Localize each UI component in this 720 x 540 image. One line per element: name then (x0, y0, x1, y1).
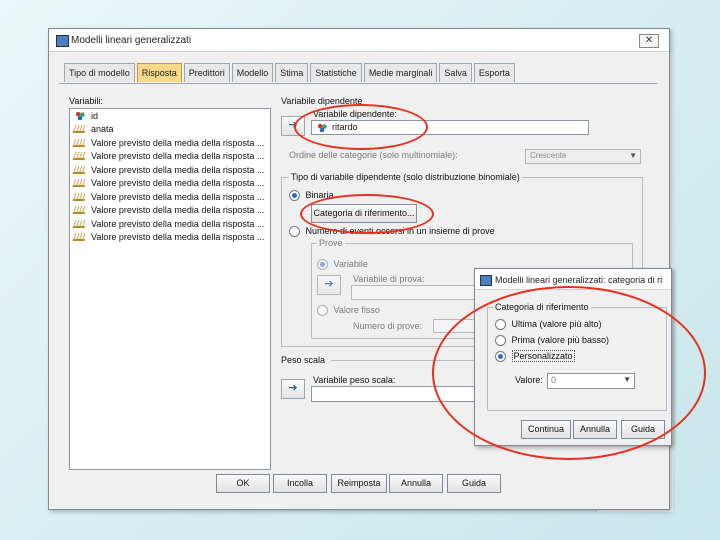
annotation-ellipse-dependent (294, 104, 428, 150)
variable-name: Valore previsto della media della rispos… (91, 151, 265, 162)
variable-name: Valore previsto della media della rispos… (91, 232, 265, 243)
trials-number-label: Numero di prove: (353, 321, 423, 331)
variable-list-item[interactable]: id (70, 109, 270, 123)
trials-variable-radio[interactable] (317, 259, 328, 271)
variables-label: Variabili: (69, 96, 103, 106)
variable-list-item[interactable]: Valore previsto della media della rispos… (70, 190, 270, 204)
main-title-bar: Modelli lineari generalizzati ✕ (49, 29, 669, 52)
variable-name: id (91, 110, 99, 121)
scale-icon (72, 179, 88, 188)
move-scale-weight-button[interactable]: ➔ (281, 379, 305, 399)
tab-salva[interactable]: Salva (439, 63, 472, 82)
category-order-value: Crescente (530, 151, 567, 160)
cancel-button[interactable]: Annulla (389, 474, 443, 493)
variable-list-item[interactable]: Valore previsto della media della rispos… (70, 204, 270, 218)
scale-weight-section-label: Peso scala (281, 355, 326, 365)
category-order-label: Ordine delle categorie (solo multinomial… (289, 150, 458, 160)
trials-group-label: Prove (317, 238, 345, 248)
variable-list-item[interactable]: Valore previsto della media della rispos… (70, 217, 270, 231)
annotation-ellipse-reference-button (300, 194, 434, 234)
events-radio[interactable] (289, 226, 300, 238)
scale-icon (72, 138, 88, 147)
variable-name: Valore previsto della media della rispos… (91, 191, 265, 202)
close-button[interactable]: ✕ (639, 34, 659, 48)
tab-statistiche[interactable]: Statistiche (310, 63, 362, 82)
tab-tipo-di-modello[interactable]: Tipo di modello (64, 63, 135, 82)
trials-fixed-radio[interactable] (317, 305, 328, 317)
trials-variable-label: Variabile di prova: (353, 274, 425, 284)
ok-button[interactable]: OK (216, 474, 270, 493)
variables-list[interactable]: id anata Valore previsto della media della… (69, 108, 271, 470)
move-trials-variable-button[interactable]: ➔ (317, 275, 341, 295)
variable-name: Valore previsto della media della rispos… (91, 205, 265, 216)
app-icon (56, 35, 69, 47)
variable-name: anata (91, 124, 114, 135)
scale-icon (72, 206, 88, 215)
tab-predittori[interactable]: Predittori (183, 63, 230, 82)
tab-bar: Tipo di modello Risposta Predittori Mode… (64, 63, 517, 83)
sub-dialog-title: Modelli lineari generalizzati: categoria… (495, 275, 663, 285)
tab-medie-marginali[interactable]: Medie marginali (363, 63, 438, 82)
dependent-type-group-label: Tipo di variabile dipendente (solo distr… (289, 172, 522, 182)
nominal-icon (74, 111, 86, 121)
arrow-right-icon: ➔ (324, 278, 334, 290)
tab-stima[interactable]: Stima (275, 63, 309, 82)
variable-name: Valore previsto della media della rispos… (91, 164, 265, 175)
trials-variable-option[interactable]: Variabile (317, 259, 368, 271)
variable-list-item[interactable]: Valore previsto della media della rispos… (70, 231, 270, 245)
arrow-right-icon: ➔ (288, 382, 298, 394)
variable-list-item[interactable]: Valore previsto della media della rispos… (70, 177, 270, 191)
trials-fixed-option[interactable]: Valore fisso (317, 305, 380, 317)
variable-list-item[interactable]: Valore previsto della media della rispos… (70, 163, 270, 177)
scale-icon (72, 219, 88, 228)
category-order-select[interactable]: Crescente ▼ (525, 149, 641, 164)
trials-variable-field[interactable] (351, 285, 483, 300)
variable-name: Valore previsto della media della rispos… (91, 137, 265, 148)
chevron-down-icon: ▼ (629, 151, 637, 160)
scale-icon (72, 152, 88, 161)
scale-icon (72, 192, 88, 201)
help-button[interactable]: Guida (447, 474, 501, 493)
tab-risposta[interactable]: Risposta (136, 63, 182, 82)
variable-name: Valore previsto della media della rispos… (91, 178, 265, 189)
trials-fixed-option-label: Valore fisso (333, 305, 380, 315)
variable-list-item[interactable]: Valore previsto della media della rispos… (70, 150, 270, 164)
trials-variable-option-label: Variabile (333, 259, 368, 269)
variable-list-item[interactable]: Valore previsto della media della rispos… (70, 136, 270, 150)
tab-esporta[interactable]: Esporta (473, 63, 515, 82)
scale-icon (72, 165, 88, 174)
main-dialog-title: Modelli lineari generalizzati (71, 35, 192, 46)
variable-name: Valore previsto della media della rispos… (91, 218, 265, 229)
scale-icon (72, 233, 88, 242)
binary-radio[interactable] (289, 190, 300, 202)
scale-weight-field-label: Variabile peso scala: (313, 375, 396, 385)
app-icon (480, 275, 492, 286)
variable-list-item[interactable]: anata (70, 123, 270, 137)
paste-button[interactable]: Incolla (273, 474, 327, 493)
reset-button[interactable]: Reimposta (331, 474, 387, 493)
tab-modello[interactable]: Modello (231, 63, 274, 82)
annotation-ellipse-reference-dialog (432, 286, 706, 460)
scale-icon (72, 125, 88, 134)
